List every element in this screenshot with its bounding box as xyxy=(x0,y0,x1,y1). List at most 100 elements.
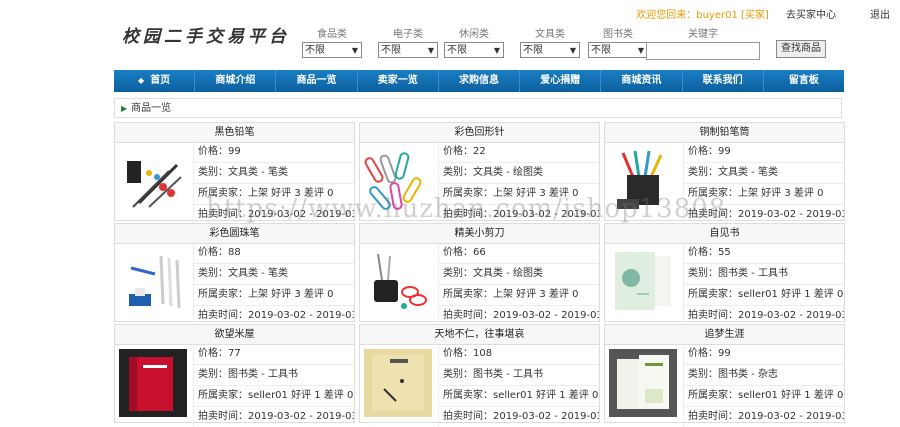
book-red-image[interactable] xyxy=(119,349,187,417)
product-title[interactable]: 欲望米屋 xyxy=(115,325,354,345)
filter-food: 食品类 不限 ▼ xyxy=(302,28,362,58)
filter-electronics-select[interactable]: 不限 ▼ xyxy=(378,42,438,58)
filter-electronics: 电子类 不限 ▼ xyxy=(378,28,438,58)
product-time: 拍卖时间：2019-03-02 - 2019-03-02 xyxy=(193,306,354,326)
nav-sellers[interactable]: 卖家一览 xyxy=(358,70,439,92)
product-seller: 所属卖家：上架 好评 3 差评 0 xyxy=(438,184,599,205)
product-card[interactable]: 彩色回形针 价格：22 类别：文具类 - 绘图类 所属卖家：上架 好评 3 差评… xyxy=(359,122,600,225)
filter-books: 图书类 不限 ▼ xyxy=(588,28,648,58)
product-info: 价格：108 类别：图书类 - 工具书 所属卖家：seller01 好评 1 差… xyxy=(438,344,599,427)
scissors-image[interactable] xyxy=(364,248,432,316)
ballpoint-pens-image[interactable] xyxy=(119,248,187,316)
nav-news[interactable]: 商城资讯 xyxy=(601,70,683,92)
product-info: 价格：55 类别：图书类 - 工具书 所属卖家：seller01 好评 1 差评… xyxy=(683,243,844,326)
buyer-center-link[interactable]: 去买家中心 xyxy=(786,10,836,21)
dropdown-arrow-icon: ▼ xyxy=(427,46,434,55)
product-time: 拍卖时间：2019-03-02 - 2019-03-02 xyxy=(438,306,599,326)
product-info: 价格：99 类别：文具类 - 笔类 所属卖家：上架 好评 3 差评 0 拍卖时间… xyxy=(683,142,844,225)
product-price: 价格：22 xyxy=(438,142,599,163)
book-white-image[interactable] xyxy=(609,349,677,417)
pencil-holder-image[interactable] xyxy=(609,147,677,215)
product-category: 类别：文具类 - 绘图类 xyxy=(438,163,599,184)
product-price: 价格：77 xyxy=(193,344,354,365)
product-price: 价格：99 xyxy=(683,344,844,365)
product-time: 拍卖时间：2019-03-02 - 2019-03-02 xyxy=(683,306,844,326)
product-category: 类别：图书类 - 工具书 xyxy=(683,264,844,285)
product-title[interactable]: 铜制铅笔筒 xyxy=(605,123,844,143)
triangle-right-icon: ▶ xyxy=(121,104,128,113)
nav-products[interactable]: 商品一览 xyxy=(276,70,358,92)
nav-home[interactable]: ◆ 首页 xyxy=(114,70,196,92)
dropdown-arrow-icon: ▼ xyxy=(493,46,500,55)
product-seller: 所属卖家：seller01 好评 1 差评 0 xyxy=(683,386,844,407)
product-seller: 所属卖家：上架 好评 3 差评 0 xyxy=(193,285,354,306)
nav-guestbook[interactable]: 留言板 xyxy=(764,70,844,92)
product-info: 价格：77 类别：图书类 - 工具书 所属卖家：seller01 好评 1 差评… xyxy=(193,344,354,427)
product-card[interactable]: 精美小剪刀 价格：66 类别：文具类 - 绘图类 所属卖家：上架 好评 3 差评… xyxy=(359,223,600,326)
filter-leisure-select[interactable]: 不限 ▼ xyxy=(444,42,504,58)
nav-mall-intro[interactable]: 商城介绍 xyxy=(195,70,277,92)
nav-wanted[interactable]: 求购信息 xyxy=(439,70,521,92)
user-bar: 欢迎您回来：buyer01 [买家] 去买家中心 退出 xyxy=(636,6,890,21)
product-seller: 所属卖家：上架 好评 3 差评 0 xyxy=(438,285,599,306)
product-title[interactable]: 彩色圆珠笔 xyxy=(115,224,354,244)
product-card[interactable]: 天地不仁，往事堪哀 价格：108 类别：图书类 - 工具书 所属卖家：selle… xyxy=(359,324,600,427)
filter-label: 图书类 xyxy=(603,29,633,40)
search-button[interactable]: 查找商品 xyxy=(776,40,826,58)
product-info: 价格：99 类别：图书类 - 杂志 所属卖家：seller01 好评 1 差评 … xyxy=(683,344,844,427)
product-time: 拍卖时间：2019-03-02 - 2019-03-02 xyxy=(438,407,599,427)
home-icon: ◆ xyxy=(138,76,145,85)
product-title[interactable]: 精美小剪刀 xyxy=(360,224,599,244)
filter-label: 文具类 xyxy=(535,29,565,40)
product-time: 拍卖时间：2019-03-02 - 2019-03-02 xyxy=(683,407,844,427)
pencils-image[interactable] xyxy=(119,147,187,215)
product-price: 价格：55 xyxy=(683,243,844,264)
logout-link[interactable]: 退出 xyxy=(870,6,890,21)
site-logo: 校园二手交易平台 xyxy=(122,27,290,47)
product-category: 类别：图书类 - 工具书 xyxy=(438,365,599,386)
product-card[interactable]: 黑色铅笔 价格：99 类别：文具类 - 笔类 所属卖家：上架 好评 3 差评 0… xyxy=(114,122,355,225)
filter-stationery-select[interactable]: 不限 ▼ xyxy=(520,42,580,58)
product-title[interactable]: 天地不仁，往事堪哀 xyxy=(360,325,599,345)
product-category: 类别：文具类 - 笔类 xyxy=(193,163,354,184)
product-card[interactable]: 自见书 价格：55 类别：图书类 - 工具书 所属卖家：seller01 好评 … xyxy=(604,223,845,326)
welcome-text: 欢迎您回来：buyer01 [买家] xyxy=(636,10,769,21)
filter-label: 电子类 xyxy=(393,29,423,40)
product-category: 类别：文具类 - 笔类 xyxy=(193,264,354,285)
book-green-image[interactable] xyxy=(609,248,677,316)
product-card[interactable]: 欲望米屋 价格：77 类别：图书类 - 工具书 所属卖家：seller01 好评… xyxy=(114,324,355,427)
dropdown-arrow-icon: ▼ xyxy=(351,46,358,55)
main-nav: ◆ 首页 商城介绍 商品一览 卖家一览 求购信息 爱心捐赠 商城资讯 联系我们 留… xyxy=(114,70,844,92)
product-time: 拍卖时间：2019-03-02 - 2019-03-02 xyxy=(193,407,354,427)
product-category: 类别：文具类 - 笔类 xyxy=(683,163,844,184)
product-card[interactable]: 追梦生涯 价格：99 类别：图书类 - 杂志 所属卖家：seller01 好评 … xyxy=(604,324,845,427)
dropdown-arrow-icon: ▼ xyxy=(569,46,576,55)
product-title[interactable]: 黑色铅笔 xyxy=(115,123,354,143)
paper-clips-image[interactable] xyxy=(364,147,432,215)
dropdown-arrow-icon: ▼ xyxy=(637,46,644,55)
product-time: 拍卖时间：2019-03-02 - 2019-03-02 xyxy=(683,205,844,225)
keyword-group: 关键字 xyxy=(646,28,760,60)
product-seller: 所属卖家：上架 好评 3 差评 0 xyxy=(683,184,844,205)
product-card[interactable]: 彩色圆珠笔 价格：88 类别：文具类 - 笔类 所属卖家：上架 好评 3 差评 … xyxy=(114,223,355,326)
filter-leisure: 休闲类 不限 ▼ xyxy=(444,28,504,58)
filter-food-select[interactable]: 不限 ▼ xyxy=(302,42,362,58)
product-title[interactable]: 彩色回形针 xyxy=(360,123,599,143)
product-card[interactable]: 铜制铅笔筒 价格：99 类别：文具类 - 笔类 所属卖家：上架 好评 3 差评 … xyxy=(604,122,845,225)
keyword-input[interactable] xyxy=(646,42,760,60)
product-title[interactable]: 自见书 xyxy=(605,224,844,244)
filter-label: 食品类 xyxy=(317,29,347,40)
product-category: 类别：文具类 - 绘图类 xyxy=(438,264,599,285)
product-time: 拍卖时间：2019-03-02 - 2019-03-02 xyxy=(438,205,599,225)
filter-books-select[interactable]: 不限 ▼ xyxy=(588,42,648,58)
book-yellow-image[interactable] xyxy=(364,349,432,417)
nav-donation[interactable]: 爱心捐赠 xyxy=(520,70,602,92)
product-info: 价格：66 类别：文具类 - 绘图类 所属卖家：上架 好评 3 差评 0 拍卖时… xyxy=(438,243,599,326)
product-price: 价格：99 xyxy=(683,142,844,163)
keyword-label: 关键字 xyxy=(688,29,718,40)
product-seller: 所属卖家：seller01 好评 1 差评 0 xyxy=(683,285,844,306)
filter-stationery: 文具类 不限 ▼ xyxy=(520,28,580,58)
product-title[interactable]: 追梦生涯 xyxy=(605,325,844,345)
nav-contact[interactable]: 联系我们 xyxy=(683,70,764,92)
product-price: 价格：88 xyxy=(193,243,354,264)
